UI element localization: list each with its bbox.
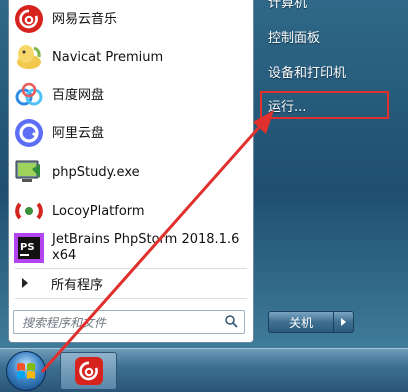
program-phpstudy[interactable]: phpStudy.exe <box>9 154 253 190</box>
baidu-netdisk-icon <box>13 79 45 111</box>
start-menu: 网易云音乐 Navicat Premium 百度网盘 阿里云盘 phpStudy… <box>0 0 408 348</box>
program-label: JetBrains PhpStorm 2018.1.6 <box>52 232 240 247</box>
all-programs-label: 所有程序 <box>51 277 104 293</box>
shutdown-options-button[interactable] <box>334 311 354 333</box>
netease-music-icon <box>13 3 45 35</box>
program-locoy[interactable]: LocoyPlatform <box>9 193 253 229</box>
start-button[interactable] <box>6 351 46 391</box>
taskbar-netease-music[interactable] <box>60 352 117 390</box>
program-label: LocoyPlatform <box>52 203 145 219</box>
navicat-icon <box>13 41 45 73</box>
program-label: 阿里云盘 <box>52 125 105 141</box>
devices-printers-item[interactable]: 设备和打印机 <box>268 62 346 81</box>
phpstudy-icon <box>13 156 45 188</box>
all-programs[interactable]: 所有程序 <box>9 270 253 296</box>
program-baidu-netdisk[interactable]: 百度网盘 <box>9 78 253 112</box>
run-highlight-box <box>260 91 389 119</box>
locoy-icon <box>13 195 45 227</box>
programs-pane: 网易云音乐 Navicat Premium 百度网盘 阿里云盘 phpStudy… <box>8 0 254 343</box>
program-phpstorm[interactable]: PS JetBrains PhpStorm 2018.1.6 x64 <box>9 230 253 266</box>
aliyun-drive-icon <box>13 117 45 149</box>
search-placeholder: 搜索程序和文件 <box>22 315 107 330</box>
program-label: Navicat Premium <box>52 49 164 65</box>
divider <box>15 268 247 269</box>
divider <box>15 298 247 299</box>
program-label-line2: x64 <box>52 248 77 263</box>
program-aliyun-drive[interactable]: 阿里云盘 <box>9 116 253 150</box>
svg-text:PS: PS <box>20 242 35 253</box>
computer-item[interactable]: 计算机 <box>268 0 307 11</box>
program-label: 百度网盘 <box>52 87 105 103</box>
search-input[interactable]: 搜索程序和文件 <box>13 310 245 334</box>
chevron-right-icon <box>341 318 346 326</box>
phpstorm-icon: PS <box>13 232 45 264</box>
expand-arrow-icon <box>22 278 28 288</box>
netease-music-icon <box>74 357 103 385</box>
program-label: 网易云音乐 <box>52 11 118 27</box>
search-icon[interactable] <box>225 315 238 328</box>
program-label: phpStudy.exe <box>52 164 140 180</box>
shutdown-button[interactable]: 关机 <box>268 311 334 333</box>
shutdown-group: 关机 <box>268 311 356 333</box>
program-navicat[interactable]: Navicat Premium <box>9 40 253 74</box>
control-panel-item[interactable]: 控制面板 <box>268 27 320 46</box>
program-netease-music[interactable]: 网易云音乐 <box>9 2 253 36</box>
windows-logo-icon <box>17 363 35 379</box>
taskbar <box>0 348 408 392</box>
